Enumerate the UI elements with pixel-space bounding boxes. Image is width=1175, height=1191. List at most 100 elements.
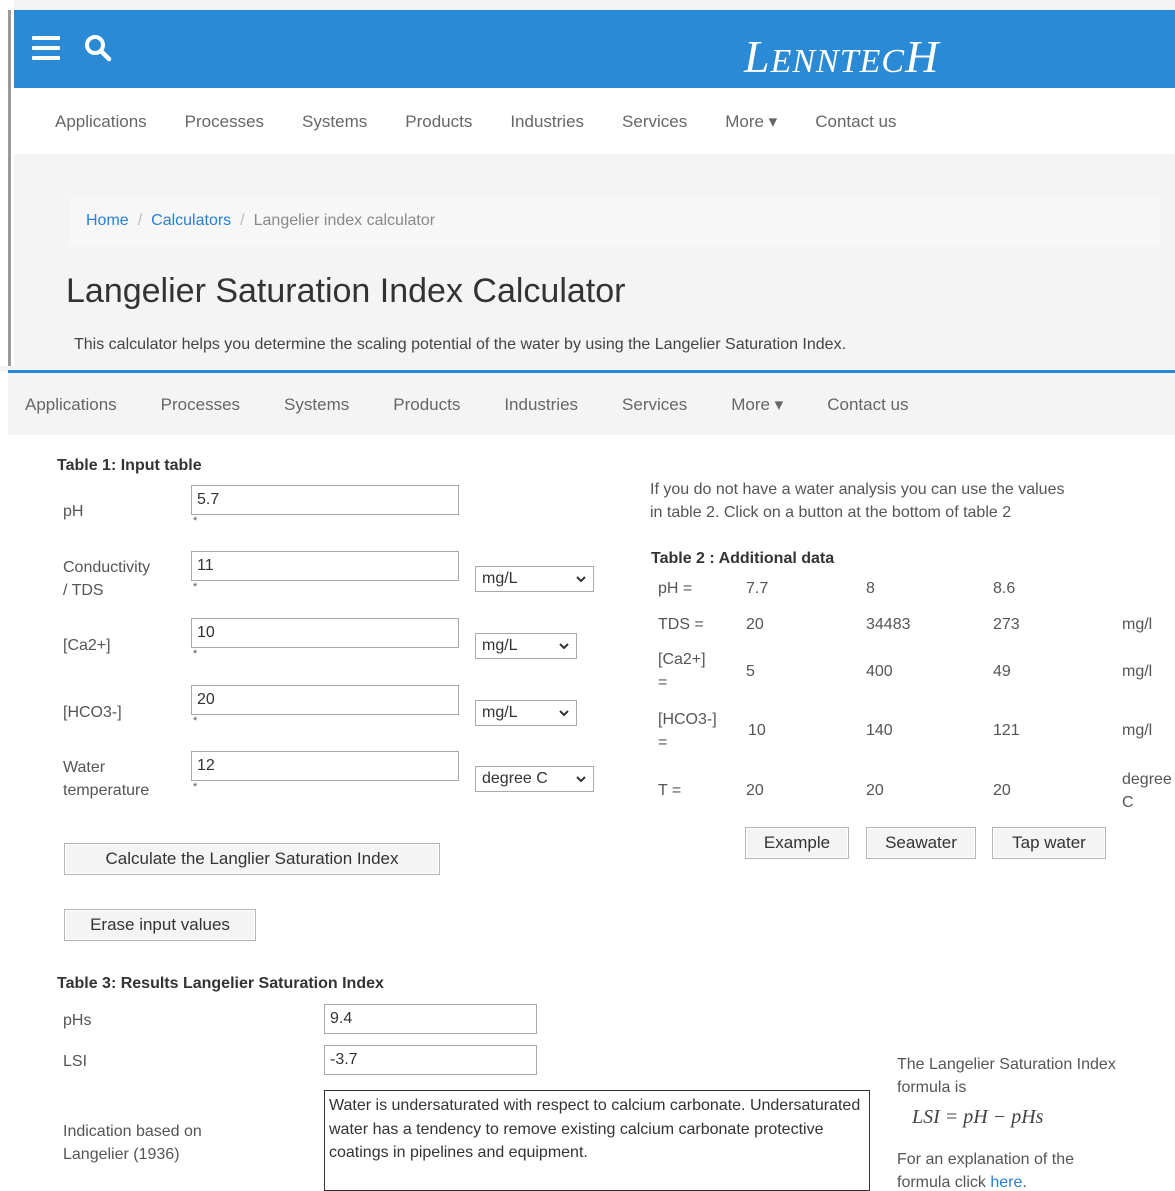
top-nav: Applications Processes Systems Products … (55, 112, 934, 132)
table2-title: Table 2 : Additional data (651, 550, 835, 567)
nav-services[interactable]: Services (622, 112, 687, 132)
lsi-formula: LSI = pH − pHs (912, 1106, 1044, 1128)
bicarbonate-label: [HCO3-] (63, 704, 122, 721)
indication-label-line2: Langelier (1936) (63, 1146, 180, 1163)
erase-button[interactable]: Erase input values (64, 909, 256, 941)
nav-systems[interactable]: Systems (302, 112, 367, 132)
nav-contact[interactable]: Contact us (827, 395, 908, 415)
search-icon[interactable] (84, 34, 112, 62)
nav-services[interactable]: Services (622, 395, 687, 415)
calcium-unit-select[interactable]: mg/L (475, 633, 577, 659)
conductivity-unit-select[interactable]: mg/L (475, 566, 594, 592)
table2-label: pH = (658, 580, 693, 597)
conductivity-input[interactable] (191, 551, 459, 581)
table2-label: [HCO3-] (658, 711, 717, 728)
bicarbonate-input[interactable] (191, 685, 459, 715)
table2-cell: 20 (866, 782, 884, 799)
table2-cell: 121 (993, 722, 1020, 739)
nav-more[interactable]: More ▾ (731, 395, 783, 415)
example-button[interactable]: Example (745, 827, 849, 859)
nav-applications[interactable]: Applications (55, 112, 147, 132)
lenntech-logo[interactable]: LENNTECH (744, 30, 939, 83)
nav-products[interactable]: Products (393, 395, 460, 415)
table2-unit: mg/l (1122, 616, 1153, 633)
phs-label: pHs (63, 1012, 92, 1029)
chevron-down-icon (559, 643, 569, 650)
table2-label: TDS = (658, 616, 704, 633)
table2-cell: 34483 (866, 616, 911, 633)
breadcrumb-calculators[interactable]: Calculators (151, 212, 231, 230)
conductivity-label: Conductivity / TDS (63, 556, 150, 602)
required-star: * (193, 715, 198, 727)
breadcrumb-home[interactable]: Home (86, 212, 129, 230)
conductivity-label-line2: / TDS (63, 582, 104, 599)
table2-label-eq: = (658, 674, 668, 691)
table2-unit-line2: C (1122, 794, 1134, 811)
lsi-output[interactable] (324, 1045, 537, 1075)
table2-cell: 7.7 (746, 580, 769, 597)
conductivity-label-line1: Conductivity (63, 559, 151, 576)
required-star: * (193, 781, 198, 793)
table3-title: Table 3: Results Langelier Saturation In… (57, 975, 384, 992)
table2-unit: degree (1122, 771, 1172, 788)
calcium-unit-value: mg/L (482, 637, 518, 654)
site-header: LENNTECH (14, 10, 1175, 88)
formula-explanation-line1: For an explanation of the (897, 1151, 1075, 1168)
calcium-label: [Ca2+] (63, 637, 111, 654)
temperature-unit-value: degree C (482, 770, 548, 787)
bicarbonate-unit-value: mg/L (482, 704, 518, 721)
calcium-input[interactable] (191, 618, 459, 648)
left-edge (0, 0, 14, 366)
table2-cell: 20 (993, 782, 1011, 799)
hamburger-menu-icon[interactable] (32, 36, 60, 60)
table2-unit: mg/l (1122, 663, 1153, 680)
nav-systems[interactable]: Systems (284, 395, 349, 415)
temperature-label-line2: temperature (63, 782, 150, 799)
chevron-down-icon (576, 776, 586, 783)
breadcrumb-current: Langelier index calculator (253, 212, 436, 229)
table2-cell: 10 (748, 722, 766, 739)
required-star: * (193, 581, 198, 593)
formula-intro: The Langelier Saturation Index formula i… (897, 1053, 1116, 1099)
nav-industries[interactable]: Industries (510, 112, 584, 132)
table2-cell: 8 (866, 580, 875, 597)
info-text-line2: in table 2. Click on a button at the bot… (650, 504, 1012, 521)
breadcrumb-separator: / (240, 212, 245, 229)
nav-applications[interactable]: Applications (25, 395, 117, 415)
table2-cell: 400 (866, 663, 893, 680)
left-edge-line (8, 10, 11, 366)
breadcrumb: Home / Calculators / Langelier index cal… (70, 196, 1160, 246)
nav-processes[interactable]: Processes (161, 395, 240, 415)
table2-cell: 273 (993, 616, 1020, 633)
nav-contact[interactable]: Contact us (815, 112, 896, 132)
table2-cell: 8.6 (993, 580, 1016, 597)
tapwater-button[interactable]: Tap water (992, 827, 1106, 859)
required-star: * (193, 515, 198, 527)
table2-cell: 140 (866, 722, 893, 739)
ph-input[interactable] (191, 485, 459, 515)
temperature-unit-select[interactable]: degree C (475, 766, 594, 792)
phs-output[interactable] (324, 1004, 537, 1034)
nav-processes[interactable]: Processes (185, 112, 264, 132)
table2-label: T = (658, 782, 682, 799)
formula-here-link[interactable]: here (990, 1174, 1022, 1191)
formula-intro-line2: formula is (897, 1079, 967, 1096)
required-star: * (193, 648, 198, 660)
chevron-down-icon (559, 710, 569, 717)
table2-cell: 20 (746, 782, 764, 799)
temperature-input[interactable] (191, 751, 459, 781)
nav-industries[interactable]: Industries (504, 395, 578, 415)
calculate-button[interactable]: Calculate the Langlier Saturation Index (64, 843, 440, 875)
table2-cell: 49 (993, 663, 1011, 680)
lsi-label: LSI (63, 1053, 88, 1070)
nav-more[interactable]: More ▾ (725, 112, 777, 132)
bicarbonate-unit-select[interactable]: mg/L (475, 700, 577, 726)
indication-textarea[interactable]: Water is undersaturated with respect to … (324, 1090, 870, 1191)
formula-explanation: For an explanation of the formula click … (897, 1148, 1074, 1191)
temperature-label-line1: Water (63, 759, 106, 776)
conductivity-unit-value: mg/L (482, 570, 518, 587)
table2-label-eq: = (658, 734, 668, 751)
formula-intro-line1: The Langelier Saturation Index (897, 1056, 1116, 1073)
seawater-button[interactable]: Seawater (866, 827, 976, 859)
nav-products[interactable]: Products (405, 112, 472, 132)
